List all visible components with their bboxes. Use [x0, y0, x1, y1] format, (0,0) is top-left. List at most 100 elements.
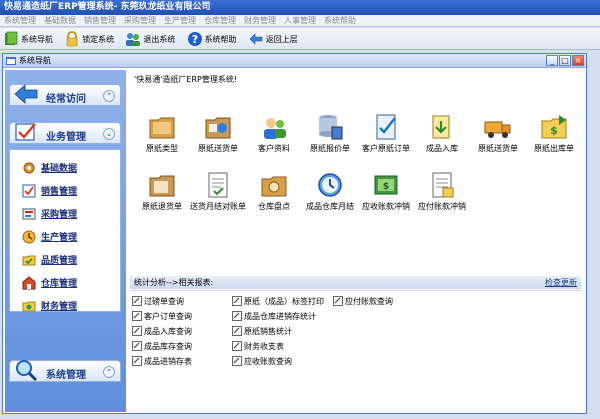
module-customer-order[interactable]: 客户原纸订单	[356, 112, 416, 153]
check-icon	[15, 123, 36, 141]
module-inventory-check[interactable]: 仓库盘点	[244, 170, 304, 211]
sidebar-item-label: 仓库管理	[41, 279, 78, 289]
sidebar-item-label: 采购管理	[41, 210, 78, 220]
collapse-icon[interactable]: ⌃	[103, 90, 115, 102]
module-quote[interactable]: 原纸报价单	[300, 112, 360, 153]
report-icon	[232, 326, 242, 336]
help-button-label: 系统帮助	[204, 34, 237, 44]
menu-system[interactable]: 系统管理	[0, 15, 40, 27]
menu-warehouse[interactable]: 仓库管理	[200, 15, 240, 27]
menu-sales[interactable]: 销售管理	[80, 15, 120, 27]
sidebar-item-finance[interactable]: 财务管理	[10, 294, 120, 317]
sidebar-item-production[interactable]: 生产管理	[10, 225, 120, 248]
close-button[interactable]: ×	[572, 55, 584, 66]
menu-hr[interactable]: 人事管理	[280, 15, 320, 27]
report-payable[interactable]: 应付账款查询	[333, 295, 393, 307]
sidebar-item-purchase[interactable]: 采购管理	[10, 202, 120, 225]
report-icon	[232, 311, 242, 321]
minimize-button[interactable]: _	[546, 55, 558, 66]
sidebar-item-sales[interactable]: 销售管理	[10, 179, 120, 202]
module-monthly-statement[interactable]: 送货月结对账单	[188, 170, 248, 211]
module-warehouse-monthly[interactable]: 成品仓库月结	[300, 170, 360, 211]
module-label: 成品仓库月结	[306, 202, 354, 211]
module-customer[interactable]: 客户资料	[244, 112, 304, 153]
report-label: 客户订单查询	[144, 311, 192, 321]
purchase-icon	[22, 208, 36, 219]
module-paper-delivery-2[interactable]: 原纸送货单	[468, 112, 528, 153]
inventory-icon	[261, 176, 287, 197]
module-label: 原纸类型	[146, 144, 178, 153]
business-submenu: 基础数据 销售管理 采购管理 生产管理 品质管理 仓库管理 财务管理	[9, 149, 121, 312]
help-button[interactable]: ? 系统帮助	[184, 28, 240, 50]
report-warehouse-psi[interactable]: 成品仓库进销存统计	[232, 310, 316, 322]
sidebar-item-warehouse[interactable]: 仓库管理	[10, 271, 120, 294]
maximize-button[interactable]: □	[559, 55, 571, 66]
svg-text:?: ?	[191, 33, 197, 46]
exit-button[interactable]: 退出系统	[122, 28, 178, 50]
module-product-inbound[interactable]: 成品入库	[412, 112, 472, 153]
report-icon	[232, 356, 242, 366]
report-finance[interactable]: 财务收支表	[232, 340, 284, 352]
nav-window-title: 系统导航	[19, 56, 51, 65]
inbound-icon	[432, 115, 450, 139]
report-label-print[interactable]: 原纸（成品）标签打印	[232, 295, 324, 307]
sidebar-item-label: 财务管理	[41, 302, 78, 312]
report-icon	[132, 296, 142, 306]
truck-icon	[484, 121, 511, 138]
menu-base-data[interactable]: 基础数据	[40, 15, 80, 27]
section-frequent[interactable]: 经常访问 ⌃	[9, 84, 121, 106]
sidebar-item-quality[interactable]: 品质管理	[10, 248, 120, 271]
statement-icon	[208, 172, 228, 198]
module-receivable-writeoff[interactable]: $ 应收账款冲销	[356, 170, 416, 211]
module-paper-delivery[interactable]: 原纸送货单	[188, 112, 248, 153]
menu-help[interactable]: 系统帮助	[320, 15, 360, 27]
menu-purchase[interactable]: 采购管理	[120, 15, 160, 27]
report-paper-sales[interactable]: 原纸销售统计	[232, 325, 292, 337]
users-icon	[126, 33, 141, 46]
lock-button[interactable]: 锁定系统	[61, 28, 117, 50]
expand-icon[interactable]: ⌄	[103, 128, 115, 140]
module-label: 原纸报价单	[310, 144, 350, 153]
module-label: 客户原纸订单	[362, 144, 410, 153]
module-label: 应付账款冲销	[418, 202, 466, 211]
database-icon	[319, 115, 343, 140]
module-label: 原纸送货单	[198, 144, 238, 153]
menu-finance[interactable]: 财务管理	[240, 15, 280, 27]
report-weigh-query[interactable]: 过磅单查询	[132, 295, 184, 307]
report-label: 成品库存查询	[144, 341, 192, 351]
window-controls: _ □ ×	[546, 55, 584, 66]
report-label: 成品入库查询	[144, 326, 192, 336]
menu-bar: 系统管理 基础数据 销售管理 采购管理 生产管理 仓库管理 财务管理 人事管理 系统帮助	[0, 15, 600, 27]
finance-icon	[22, 301, 36, 311]
report-customer-order[interactable]: 客户订单查询	[132, 310, 192, 322]
report-product-stock[interactable]: 成品库存查询	[132, 340, 192, 352]
module-paper-return[interactable]: 原纸退货单	[132, 170, 192, 211]
menu-production[interactable]: 生产管理	[160, 15, 200, 27]
expand-icon[interactable]: ⌃	[103, 366, 115, 378]
folder-check-icon	[22, 255, 36, 265]
nav-window-titlebar: 系统导航 _ □ ×	[3, 54, 586, 68]
gear-icon	[23, 162, 35, 173]
app-title-bar: 快易通造纸厂ERP管理系统- 东莞玖龙纸业有限公司	[0, 0, 600, 15]
report-icon	[232, 296, 242, 306]
module-paper-type[interactable]: 原纸类型	[132, 112, 192, 153]
module-label: 原纸出库单	[534, 144, 574, 153]
section-business[interactable]: 业务管理 ⌄	[9, 122, 121, 144]
main-panel: '快易通'造纸厂ERP管理系统! 原纸类型 原纸送货单 客户资料 原纸报价单 客…	[128, 70, 585, 412]
sidebar-item-base-data[interactable]: 基础数据	[10, 156, 120, 179]
checklist-icon	[22, 184, 36, 197]
report-receivable[interactable]: 应收账款查询	[232, 355, 292, 367]
report-product-inbound[interactable]: 成品入库查询	[132, 325, 192, 337]
module-paper-outbound[interactable]: $ 原纸出库单	[524, 112, 584, 153]
report-product-psi[interactable]: 成品进销存表	[132, 355, 192, 367]
report-icon	[232, 341, 242, 351]
check-update-link[interactable]: 检查更新	[545, 276, 577, 289]
back-button[interactable]: 返回上层	[245, 28, 301, 50]
nav-button[interactable]: 系统导航	[0, 28, 56, 50]
module-payable-writeoff[interactable]: 应付账款冲销	[412, 170, 472, 211]
sidebar-item-label: 基础数据	[41, 164, 78, 174]
section-system[interactable]: 系统管理 ⌃	[9, 360, 121, 382]
section-system-label: 系统管理	[46, 370, 86, 381]
production-icon	[22, 230, 36, 243]
report-icon	[132, 326, 142, 336]
